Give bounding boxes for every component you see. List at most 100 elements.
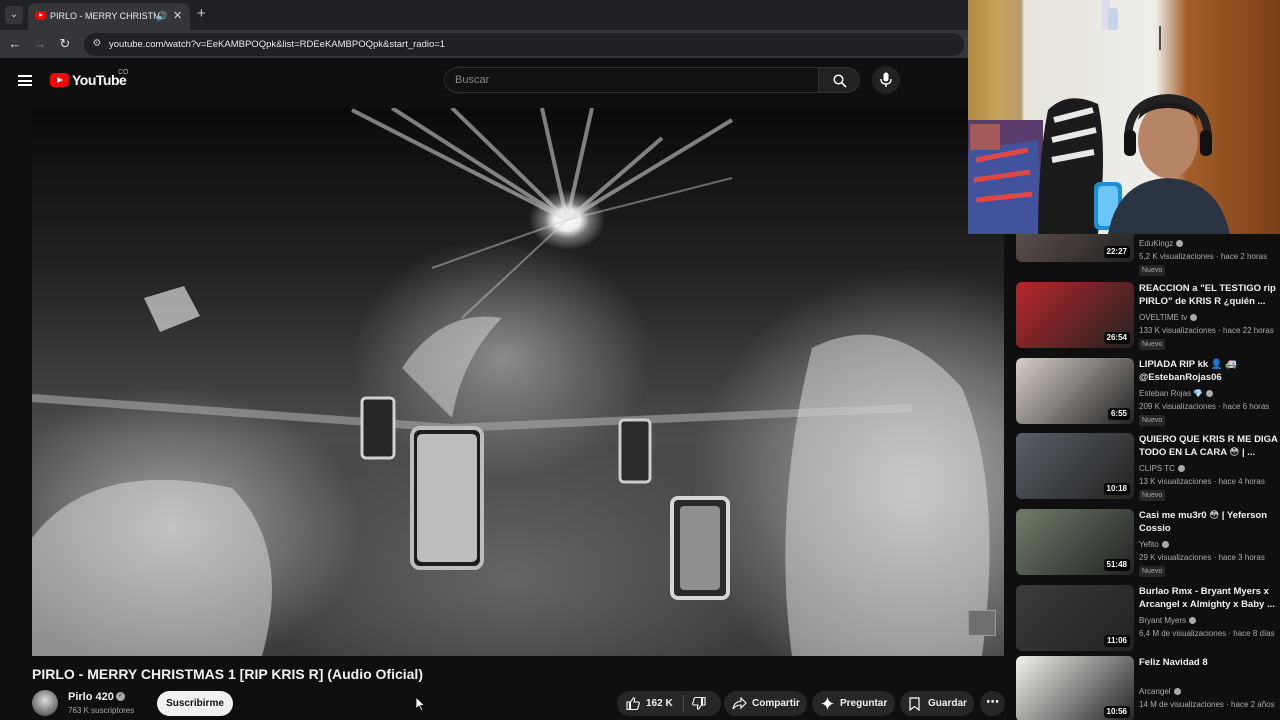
back-arrow-icon[interactable]: ← bbox=[6, 35, 24, 53]
video-title: PIRLO - MERRY CHRISTMAS 1 [RIP KRIS R] (… bbox=[32, 666, 423, 682]
recommendation-item[interactable]: 11:06 Burlao Rmx - Bryant Myers x Arcange… bbox=[1016, 585, 1280, 657]
verified-check-icon bbox=[1190, 314, 1198, 321]
recommendation-title[interactable]: Burlao Rmx - Bryant Myers x Arcangel x A… bbox=[1139, 585, 1280, 611]
verified-check-icon: ✓ bbox=[116, 692, 125, 701]
recommendation-title[interactable]: QUIERO QUE KRIS R ME DIGA TODO EN LA CAR… bbox=[1139, 433, 1280, 459]
site-info-icon[interactable]: ⚙ bbox=[90, 37, 104, 51]
browser-tab[interactable]: PIRLO - MERRY CHRISTMAS 🔊 ✕ bbox=[28, 3, 190, 30]
recommendation-thumbnail[interactable]: 22:27 bbox=[1016, 234, 1134, 262]
address-bar[interactable]: ⚙ youtube.com/watch?v=EeKAMBPOQpk&list=R… bbox=[84, 33, 964, 56]
recommendation-thumbnail[interactable]: 10:56 bbox=[1016, 656, 1134, 720]
browser-tabstrip: ⌄ PIRLO - MERRY CHRISTMAS 🔊 ✕ + bbox=[0, 0, 968, 30]
search-placeholder: Buscar bbox=[455, 74, 490, 86]
channel-name: EduKingz bbox=[1139, 239, 1174, 248]
close-icon[interactable]: ✕ bbox=[173, 8, 182, 24]
menu-icon[interactable] bbox=[18, 75, 32, 86]
search-button[interactable] bbox=[818, 67, 860, 93]
bookmark-icon bbox=[909, 697, 920, 711]
recommendation-title[interactable]: Feliz Navidad 8 bbox=[1139, 656, 1280, 669]
share-button[interactable]: Compartir bbox=[724, 691, 807, 716]
new-badge: Nuevo bbox=[1139, 566, 1166, 577]
recommendation-channel[interactable]: Yefito bbox=[1139, 539, 1169, 550]
channel-name[interactable]: Pirlo 420 bbox=[68, 690, 114, 704]
recommendation-meta: 209 K visualizaciones · hace 6 horas bbox=[1139, 402, 1270, 411]
recommendation-title[interactable]: Casi me mu3r0 😳 | Yeferson Cossio bbox=[1139, 509, 1280, 535]
recommendation-title[interactable]: REACCION a "EL TESTIGO rip PIRLO" de KRI… bbox=[1139, 282, 1280, 308]
recommendation-meta: 5,2 K visualizaciones · hace 2 horas bbox=[1139, 252, 1268, 261]
recommendation-item[interactable]: 10:56 Feliz Navidad 8 Arcangel 14 M de visu… bbox=[1016, 656, 1280, 720]
video-duration: 22:27 bbox=[1103, 246, 1130, 258]
new-tab-plus-icon[interactable]: + bbox=[197, 5, 206, 23]
reload-icon[interactable]: ↻ bbox=[56, 35, 74, 53]
channel-name: Yefito bbox=[1139, 540, 1159, 549]
share-label: Compartir bbox=[752, 698, 800, 709]
ask-button[interactable]: Preguntar bbox=[812, 691, 895, 716]
search-input[interactable]: Buscar bbox=[444, 67, 818, 93]
like-count[interactable]: 162 K bbox=[646, 691, 673, 716]
recommendation-thumbnail[interactable]: 6:55 bbox=[1016, 358, 1134, 424]
forward-arrow-icon[interactable]: → bbox=[31, 35, 49, 53]
more-options-icon[interactable]: ⋯ bbox=[980, 691, 1005, 716]
channel-name: CLIPS TC bbox=[1139, 464, 1175, 473]
recommendation-thumbnail[interactable]: 51:48 bbox=[1016, 509, 1134, 575]
verified-check-icon bbox=[1189, 617, 1197, 624]
search-icon bbox=[833, 74, 847, 88]
thumbs-down-icon[interactable] bbox=[692, 697, 706, 710]
tab-search-icon[interactable]: ⌄ bbox=[5, 6, 23, 24]
recommendation-item[interactable]: 26:54 REACCION a "EL TESTIGO rip PIRLO" d… bbox=[1016, 282, 1280, 354]
recommendation-item[interactable]: 22:27 EduKingz 5,2 K visualizaciones · hac… bbox=[1016, 234, 1280, 276]
verified-check-icon bbox=[1177, 465, 1185, 472]
sparkle-icon bbox=[821, 697, 834, 710]
video-frame bbox=[32, 108, 990, 656]
video-duration: 26:54 bbox=[1103, 332, 1130, 344]
recommendation-channel[interactable]: Bryant Myers bbox=[1139, 615, 1197, 626]
thumbs-up-icon[interactable] bbox=[626, 697, 640, 710]
mouse-cursor-icon bbox=[416, 697, 426, 712]
save-label: Guardar bbox=[928, 698, 967, 709]
recommendation-thumbnail[interactable]: 11:06 bbox=[1016, 585, 1134, 651]
channel-name: OVELTIME tv bbox=[1139, 313, 1188, 322]
video-duration: 51:48 bbox=[1103, 559, 1130, 571]
recommendation-item[interactable]: 10:18 QUIERO QUE KRIS R ME DIGA TODO EN L… bbox=[1016, 433, 1280, 505]
subscribe-button[interactable]: Suscribirme bbox=[157, 691, 233, 716]
like-divider bbox=[683, 695, 684, 712]
save-button[interactable]: Guardar bbox=[900, 691, 974, 716]
recommendation-channel[interactable]: EduKingz bbox=[1139, 238, 1184, 249]
recommendation-meta: 29 K visualizaciones · hace 3 horas bbox=[1139, 553, 1265, 562]
channel-name: Arcangel bbox=[1139, 687, 1171, 696]
voice-search-button[interactable] bbox=[872, 66, 900, 94]
recommendation-item[interactable]: 51:48 Casi me mu3r0 😳 | Yeferson Cossio Ye… bbox=[1016, 509, 1280, 581]
recommendation-thumbnail[interactable]: 10:18 bbox=[1016, 433, 1134, 499]
url-text: youtube.com/watch?v=EeKAMBPOQpk&list=RDE… bbox=[109, 39, 446, 50]
recommendation-channel[interactable]: CLIPS TC bbox=[1139, 463, 1185, 474]
recommendation-channel[interactable]: OVELTIME tv bbox=[1139, 312, 1198, 323]
webcam-overlay bbox=[968, 0, 1280, 234]
channel-avatar[interactable] bbox=[32, 690, 58, 716]
browser-toolbar: ← → ↻ ⚙ youtube.com/watch?v=EeKAMBPOQpk&… bbox=[0, 30, 968, 58]
new-badge: Nuevo bbox=[1139, 339, 1166, 350]
new-badge: Nuevo bbox=[1139, 265, 1166, 276]
verified-check-icon bbox=[1206, 390, 1214, 397]
video-duration: 10:18 bbox=[1103, 483, 1130, 495]
country-code: CO bbox=[118, 69, 129, 76]
verified-check-icon bbox=[1161, 541, 1169, 548]
recommendation-title[interactable]: LIPIADA RIP kk 👤 🚑 @EstebanRojas06 bbox=[1139, 358, 1280, 384]
speaker-icon[interactable]: 🔊 bbox=[156, 9, 167, 24]
channel-name: Bryant Myers bbox=[1139, 616, 1187, 625]
verified-check-icon bbox=[1173, 688, 1181, 695]
recommendation-channel[interactable]: Esteban Rojas 💎 bbox=[1139, 388, 1214, 399]
recommendation-channel[interactable]: Arcangel bbox=[1139, 686, 1181, 697]
streamer-webcam-image bbox=[968, 0, 1230, 234]
youtube-logo-icon[interactable] bbox=[50, 73, 69, 87]
player-overlay-thumbnail[interactable] bbox=[968, 610, 996, 636]
subscriber-count: 763 K suscriptores bbox=[68, 706, 135, 715]
recommendation-item[interactable]: 6:55 LIPIADA RIP kk 👤 🚑 @EstebanRojas06 Es… bbox=[1016, 358, 1280, 430]
video-player[interactable] bbox=[32, 108, 1004, 656]
like-dislike-group: 162 K bbox=[617, 691, 721, 716]
recommendation-thumbnail[interactable]: 26:54 bbox=[1016, 282, 1134, 348]
recommendation-meta: 133 K visualizaciones · hace 22 horas bbox=[1139, 326, 1274, 335]
ask-label: Preguntar bbox=[840, 698, 888, 709]
recommendations-list: 22:27 EduKingz 5,2 K visualizaciones · hac… bbox=[1016, 234, 1280, 720]
verified-check-icon bbox=[1176, 240, 1184, 247]
share-arrow-icon bbox=[732, 697, 747, 710]
